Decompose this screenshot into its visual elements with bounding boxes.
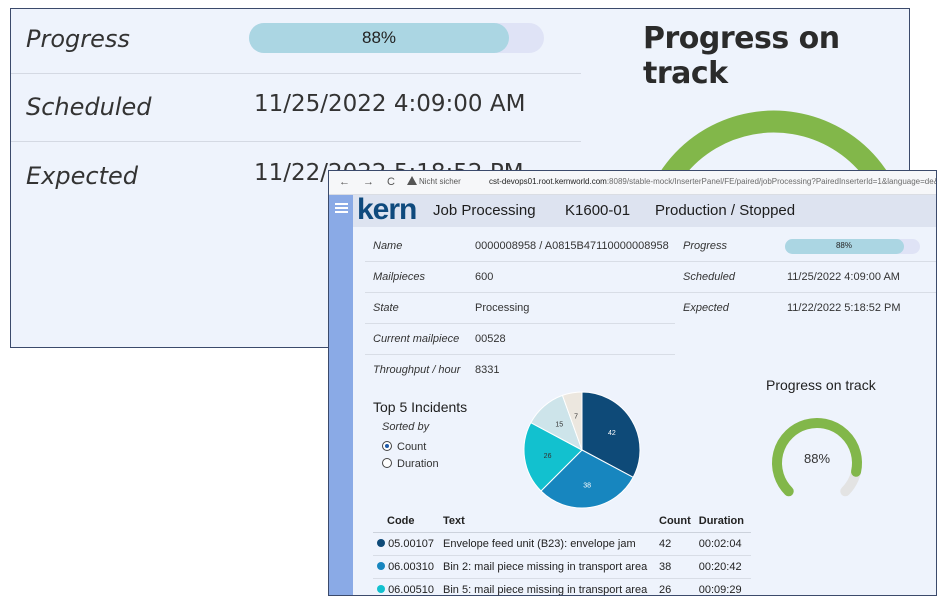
back-icon[interactable]: ← xyxy=(339,176,350,188)
pie-slice-label: 26 xyxy=(544,453,552,460)
incident-color-dot xyxy=(377,538,385,547)
zoom-scheduled-label: Scheduled xyxy=(26,93,152,121)
name-label: Name xyxy=(373,240,403,252)
zoom-progress-label: Progress xyxy=(26,25,130,53)
url-path: :8089/stable-mock/InserterPanel/FE/paire… xyxy=(606,177,937,186)
table-row[interactable]: 06.00510 Bin 5: mail piece missing in tr… xyxy=(373,578,751,596)
incident-duration: 00:09:29 xyxy=(694,578,751,595)
browser-window: ← → C Nicht sicher cst-devops01.root.ker… xyxy=(328,170,937,596)
incidents-pie-chart: 42 38 26 15 7 xyxy=(523,391,641,509)
machine-status: Production / Stopped xyxy=(655,202,796,219)
current-mailpiece-row: Current mailpiece 00528 xyxy=(365,324,675,355)
col-duration: Duration xyxy=(694,510,751,533)
incidents-table: Code Text Count Duration 05.00107 Envelo… xyxy=(373,510,751,596)
incident-count: 38 xyxy=(655,555,695,579)
incident-code: 06.00310 xyxy=(388,560,434,573)
incident-duration: 00:20:42 xyxy=(694,555,751,579)
zoom-expected-label: Expected xyxy=(26,162,138,190)
mailpieces-label: Mailpieces xyxy=(373,271,425,283)
incident-code: 06.00510 xyxy=(388,583,434,596)
zoom-progress-bar: 88% xyxy=(249,23,544,53)
progress-bar-text: 88% xyxy=(835,241,852,250)
url-host: cst-devops01.root.kernworld.com xyxy=(489,177,607,186)
divider xyxy=(11,141,581,142)
code-cell: 05.00107 xyxy=(373,532,439,556)
address-bar[interactable]: ← → C Nicht sicher cst-devops01.root.ker… xyxy=(329,171,937,195)
name-value: 0000008958 / A0815B47110000008958 xyxy=(475,240,669,252)
mailpieces-row: Mailpieces 600 xyxy=(365,262,675,293)
sort-duration-label: Duration xyxy=(397,458,439,470)
warning-icon xyxy=(407,176,417,185)
name-row: Name 0000008958 / A0815B47110000008958 xyxy=(365,231,675,262)
throughput-label: Throughput / hour xyxy=(373,364,461,376)
table-row[interactable]: 06.00310 Bin 2: mail piece missing in tr… xyxy=(373,555,751,579)
table-header-row: Code Text Count Duration xyxy=(373,510,751,533)
code-cell: 06.00510 xyxy=(373,578,439,596)
incident-color-dot xyxy=(377,584,385,593)
sort-duration-radio[interactable]: Duration xyxy=(382,458,439,470)
zoom-progress-row: Progress 88% xyxy=(11,9,581,75)
progress-gauge: 88% xyxy=(772,418,862,497)
col-text: Text xyxy=(439,510,655,533)
url-text[interactable]: cst-devops01.root.kernworld.com:8089/sta… xyxy=(489,177,937,186)
state-row: State Processing xyxy=(365,293,675,324)
zoom-scheduled-row: Scheduled 11/25/2022 4:09:00 AM xyxy=(11,77,581,143)
pie-slice-label: 38 xyxy=(583,482,591,489)
app-header: kern Job Processing K1600-01 Production … xyxy=(353,193,936,227)
sidebar xyxy=(329,195,353,595)
zoom-progress-text: 88% xyxy=(361,28,397,47)
throughput-value: 8331 xyxy=(475,364,500,376)
incident-count: 42 xyxy=(655,532,695,556)
forward-icon[interactable]: → xyxy=(363,176,374,188)
state-value: Processing xyxy=(475,302,530,314)
gauge-title: Progress on track xyxy=(766,377,876,393)
scheduled-label: Scheduled xyxy=(683,271,735,283)
current-mailpiece-value: 00528 xyxy=(475,333,506,345)
mailpieces-value: 600 xyxy=(475,271,494,283)
page-title: Job Processing xyxy=(433,202,536,219)
incident-code: 05.00107 xyxy=(388,537,434,550)
code-cell: 06.00310 xyxy=(373,555,439,579)
gauge-value: 88% xyxy=(804,451,830,466)
incident-text: Envelope feed unit (B23): envelope jam xyxy=(439,532,655,556)
scheduled-value: 11/25/2022 4:09:00 AM xyxy=(787,271,900,283)
kern-logo: kern xyxy=(357,193,417,226)
machine-id: K1600-01 xyxy=(565,202,631,219)
incident-duration: 00:02:04 xyxy=(694,532,751,556)
sort-count-radio[interactable]: Count xyxy=(382,441,426,453)
col-count: Count xyxy=(655,510,695,533)
expected-row: Expected 11/22/2022 5:18:52 PM xyxy=(675,293,936,324)
pie-slice-label: 42 xyxy=(608,430,616,437)
incident-text: Bin 5: mail piece missing in transport a… xyxy=(439,578,655,595)
incidents-title: Top 5 Incidents xyxy=(373,399,468,415)
col-code: Code xyxy=(373,510,439,533)
incident-color-dot xyxy=(377,561,385,570)
zoom-scheduled-value: 11/25/2022 4:09:00 AM xyxy=(254,91,526,117)
progress-label: Progress xyxy=(683,240,728,252)
hamburger-menu-icon[interactable] xyxy=(335,203,348,213)
radio-selected-icon[interactable] xyxy=(382,441,392,451)
sorted-by-label: Sorted by xyxy=(382,421,430,433)
incident-text: Bin 2: mail piece missing in transport a… xyxy=(439,555,655,579)
current-mailpiece-label: Current mailpiece xyxy=(373,333,460,345)
progress-bar: 88% xyxy=(785,239,920,254)
sort-count-label: Count xyxy=(397,441,427,453)
divider xyxy=(11,73,581,74)
security-label[interactable]: Nicht sicher xyxy=(419,177,461,186)
table-row[interactable]: 05.00107 Envelope feed unit (B23): envel… xyxy=(373,532,751,556)
state-label: State xyxy=(373,302,399,314)
pie-slice-label: 7 xyxy=(574,414,578,421)
throughput-row: Throughput / hour 8331 xyxy=(365,355,675,386)
reload-icon[interactable]: C xyxy=(387,176,395,188)
incident-count: 26 xyxy=(655,578,695,595)
expected-value: 11/22/2022 5:18:52 PM xyxy=(787,302,901,314)
radio-unselected-icon[interactable] xyxy=(382,458,392,468)
expected-label: Expected xyxy=(683,302,729,314)
pie-slice-label: 15 xyxy=(555,422,563,429)
scheduled-row: Scheduled 11/25/2022 4:09:00 AM xyxy=(675,262,936,293)
